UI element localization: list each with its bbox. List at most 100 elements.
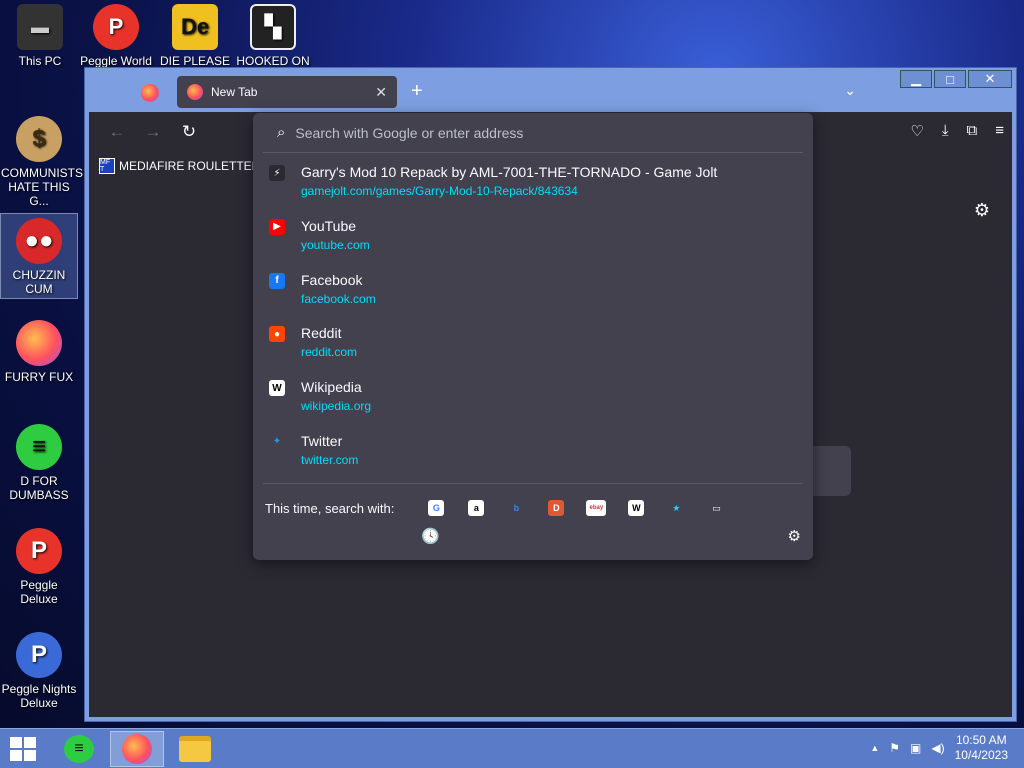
desktop-icon-this-pc[interactable]: ▬ This PC bbox=[2, 4, 78, 68]
result-title: YouTube bbox=[301, 217, 357, 234]
tab-title: New Tab bbox=[211, 85, 258, 99]
taskbar-firefox[interactable] bbox=[110, 731, 164, 767]
notepad-green-icon: ≡ bbox=[16, 424, 62, 470]
window-controls: ▁ □ ✕ bbox=[900, 70, 1012, 88]
desktop-icon-label: HOOKED ON bbox=[236, 54, 310, 68]
desktop-icon-peggle-world[interactable]: P Peggle World bbox=[78, 4, 154, 68]
youtube-icon: ▶ bbox=[269, 218, 285, 235]
peggle-nights-icon: P bbox=[16, 632, 62, 678]
desktop-icon-peggle-deluxe[interactable]: P Peggle Deluxe bbox=[1, 528, 77, 606]
tab-bar: New Tab ✕ + ⌄ bbox=[85, 72, 1016, 110]
result-url: facebook.com bbox=[301, 291, 376, 306]
desktop-icon-label: Peggle Nights Deluxe bbox=[1, 682, 77, 710]
money-bag-icon: $ bbox=[16, 116, 62, 162]
firefox-logo-icon bbox=[141, 84, 159, 102]
network-icon[interactable]: ▣ bbox=[910, 741, 921, 755]
customize-gear-icon[interactable]: ⚙ bbox=[974, 200, 990, 221]
clock[interactable]: 10:50 AM 10/4/2023 bbox=[955, 733, 1008, 763]
result-row[interactable]: ✦ Twitter twitter.com bbox=[253, 432, 813, 486]
oneoff-label: This time, search with: bbox=[265, 500, 395, 516]
engine-button[interactable]: G bbox=[416, 499, 456, 517]
desktop-icon-communists[interactable]: $ COMMUNISTS HATE THIS G... bbox=[1, 116, 83, 208]
result-title: Reddit bbox=[301, 325, 342, 342]
desktop-icon-die-please[interactable]: De DIE PLEASE bbox=[157, 4, 233, 68]
engine-button[interactable]: ebay bbox=[576, 499, 616, 517]
amazon-icon: a bbox=[468, 500, 485, 516]
history-clock-icon[interactable]: 🕓 bbox=[421, 527, 440, 545]
engine-button[interactable]: b bbox=[496, 499, 536, 517]
wikipedia-search-icon: W bbox=[628, 500, 645, 516]
title-bar[interactable]: New Tab ✕ + ⌄ ▁ □ ✕ bbox=[85, 68, 1016, 112]
result-title: Facebook bbox=[301, 271, 363, 288]
close-button[interactable]: ✕ bbox=[968, 70, 1012, 88]
desktop-icon-furry-fux[interactable]: FURRY FUX bbox=[1, 320, 77, 384]
engine-button[interactable]: ★ bbox=[656, 499, 696, 517]
minimize-button[interactable]: ▁ bbox=[900, 70, 932, 88]
flag-icon[interactable]: ⚑ bbox=[889, 741, 900, 755]
toolbar-right: ♡ ⤓ ⧉ ≡ bbox=[910, 122, 1004, 140]
search-settings-gear-icon[interactable]: ⚙ bbox=[788, 527, 801, 545]
tabs-icon: ▭ bbox=[708, 500, 725, 516]
menu-icon[interactable]: ≡ bbox=[995, 122, 1004, 140]
tab-new-tab[interactable]: New Tab ✕ bbox=[177, 76, 397, 108]
desktop-icon-peggle-nights[interactable]: P Peggle Nights Deluxe bbox=[1, 632, 77, 710]
google-icon: G bbox=[428, 500, 445, 516]
desktop-icon-label: FURRY FUX bbox=[4, 370, 74, 384]
result-url: reddit.com bbox=[301, 345, 358, 360]
urlbar: ⌕ bbox=[263, 113, 803, 153]
result-row[interactable]: ● Reddit reddit.com bbox=[253, 324, 813, 378]
desktop-icon-d-for-dumbass[interactable]: ≡ D FOR DUMBASS bbox=[1, 424, 77, 502]
tray-arrow-icon[interactable]: ▲ bbox=[870, 743, 879, 753]
desktop-icon-hooked-on[interactable]: ▚ HOOKED ON bbox=[235, 4, 311, 68]
taskbar-file-explorer[interactable] bbox=[168, 731, 222, 767]
tab-close-icon[interactable]: ✕ bbox=[375, 84, 387, 101]
result-row[interactable]: W Wikipedia wikipedia.org bbox=[253, 378, 813, 432]
result-row[interactable]: f Facebook facebook.com bbox=[253, 271, 813, 325]
duckduckgo-icon: D bbox=[548, 500, 565, 516]
result-title: Wikipedia bbox=[301, 379, 362, 396]
folder-icon bbox=[179, 736, 211, 762]
result-url: twitter.com bbox=[301, 452, 359, 467]
result-row[interactable]: ▶ YouTube youtube.com bbox=[253, 217, 813, 271]
tab-list-button[interactable]: ⌄ bbox=[844, 82, 856, 99]
bookmark-mediafire[interactable]: MEDIAFIRE ROULETTER bbox=[119, 159, 260, 173]
engine-button[interactable]: ▭ bbox=[696, 499, 736, 517]
ebay-icon: ebay bbox=[586, 500, 607, 516]
taskbar: ≡ ▲ ⚑ ▣ ◀) 10:50 AM 10/4/2023 bbox=[0, 728, 1024, 768]
reddit-icon: ● bbox=[269, 326, 285, 343]
forward-button[interactable]: → bbox=[135, 122, 171, 142]
die-icon: De bbox=[172, 4, 218, 50]
result-title: Garry's Mod 10 Repack by AML-7001-THE-TO… bbox=[301, 164, 718, 180]
engine-button[interactable]: W bbox=[616, 499, 656, 517]
desktop-icon-label: CHUZZIN CUM bbox=[12, 268, 66, 296]
bing-icon: b bbox=[508, 500, 525, 516]
gamejolt-icon: ⚡ bbox=[269, 165, 285, 181]
start-button[interactable] bbox=[10, 737, 38, 761]
result-text: Facebook facebook.com bbox=[301, 271, 376, 325]
desktop-icon-label: This PC bbox=[18, 54, 62, 68]
extensions-icon[interactable]: ⧉ bbox=[967, 122, 978, 140]
peggle-icon: P bbox=[93, 4, 139, 50]
result-text: Wikipedia wikipedia.org bbox=[301, 378, 371, 432]
taskbar-green-app[interactable]: ≡ bbox=[52, 731, 106, 767]
urlbar-dropdown: ⌕ ⚡ Garry's Mod 10 Repack by AML-7001-THE… bbox=[253, 113, 813, 560]
result-row[interactable]: ⚡ Garry's Mod 10 Repack by AML-7001-THE-T… bbox=[253, 163, 813, 217]
url-input[interactable] bbox=[295, 124, 776, 141]
clock-date: 10/4/2023 bbox=[954, 748, 1008, 762]
desktop-icon-chuzzin[interactable]: ●● CHUZZIN CUM bbox=[0, 213, 78, 299]
clock-time: 10:50 AM bbox=[955, 733, 1007, 747]
system-tray: ▲ ⚑ ▣ ◀) 10:50 AM 10/4/2023 bbox=[870, 733, 1008, 763]
volume-icon[interactable]: ◀) bbox=[931, 741, 944, 755]
reload-button[interactable]: ↻ bbox=[171, 122, 207, 142]
maximize-button[interactable]: □ bbox=[934, 70, 966, 88]
back-button[interactable]: ← bbox=[99, 122, 135, 142]
result-text: Garry's Mod 10 Repack by AML-7001-THE-TO… bbox=[301, 163, 717, 217]
downloads-icon[interactable]: ⤓ bbox=[942, 122, 949, 140]
facebook-icon: f bbox=[269, 272, 285, 289]
maze-icon: ▚ bbox=[250, 4, 296, 50]
new-tab-button[interactable]: + bbox=[411, 80, 423, 103]
engine-button[interactable]: D bbox=[536, 499, 576, 517]
engine-button[interactable]: a bbox=[456, 499, 496, 517]
search-icon: ⌕ bbox=[277, 124, 286, 141]
pocket-icon[interactable]: ♡ bbox=[910, 122, 923, 140]
